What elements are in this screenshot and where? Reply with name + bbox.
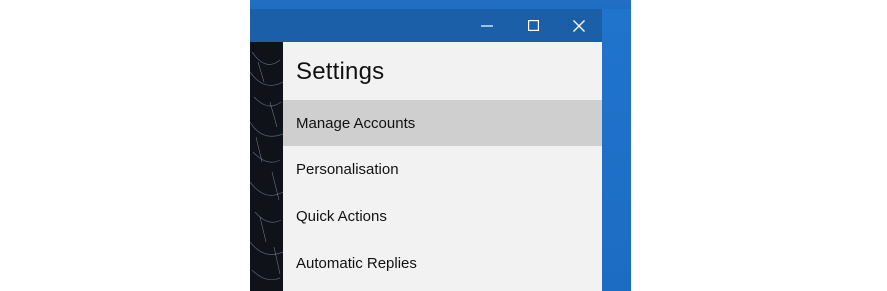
maximize-button[interactable] bbox=[510, 9, 556, 42]
background-wallpaper-strip bbox=[250, 42, 283, 291]
menu-item-personalisation[interactable]: Personalisation bbox=[283, 146, 602, 193]
desktop-background: Settings Manage Accounts Personalisation… bbox=[250, 0, 631, 291]
title-bar[interactable] bbox=[250, 9, 602, 42]
minimize-icon bbox=[481, 24, 493, 27]
page-title: Settings bbox=[296, 58, 385, 85]
close-button[interactable] bbox=[556, 9, 602, 42]
star-trail-art bbox=[250, 42, 283, 291]
minimize-button[interactable] bbox=[464, 9, 510, 42]
menu-item-automatic-replies[interactable]: Automatic Replies bbox=[283, 240, 602, 287]
settings-menu: Manage Accounts Personalisation Quick Ac… bbox=[283, 100, 602, 287]
settings-panel: Settings Manage Accounts Personalisation… bbox=[283, 42, 602, 291]
mail-app-window: Settings Manage Accounts Personalisation… bbox=[250, 9, 602, 291]
menu-item-quick-actions[interactable]: Quick Actions bbox=[283, 193, 602, 240]
close-icon bbox=[573, 19, 585, 32]
desktop-edge bbox=[602, 9, 631, 291]
maximize-icon bbox=[527, 20, 539, 31]
menu-item-manage-accounts[interactable]: Manage Accounts bbox=[283, 100, 602, 146]
